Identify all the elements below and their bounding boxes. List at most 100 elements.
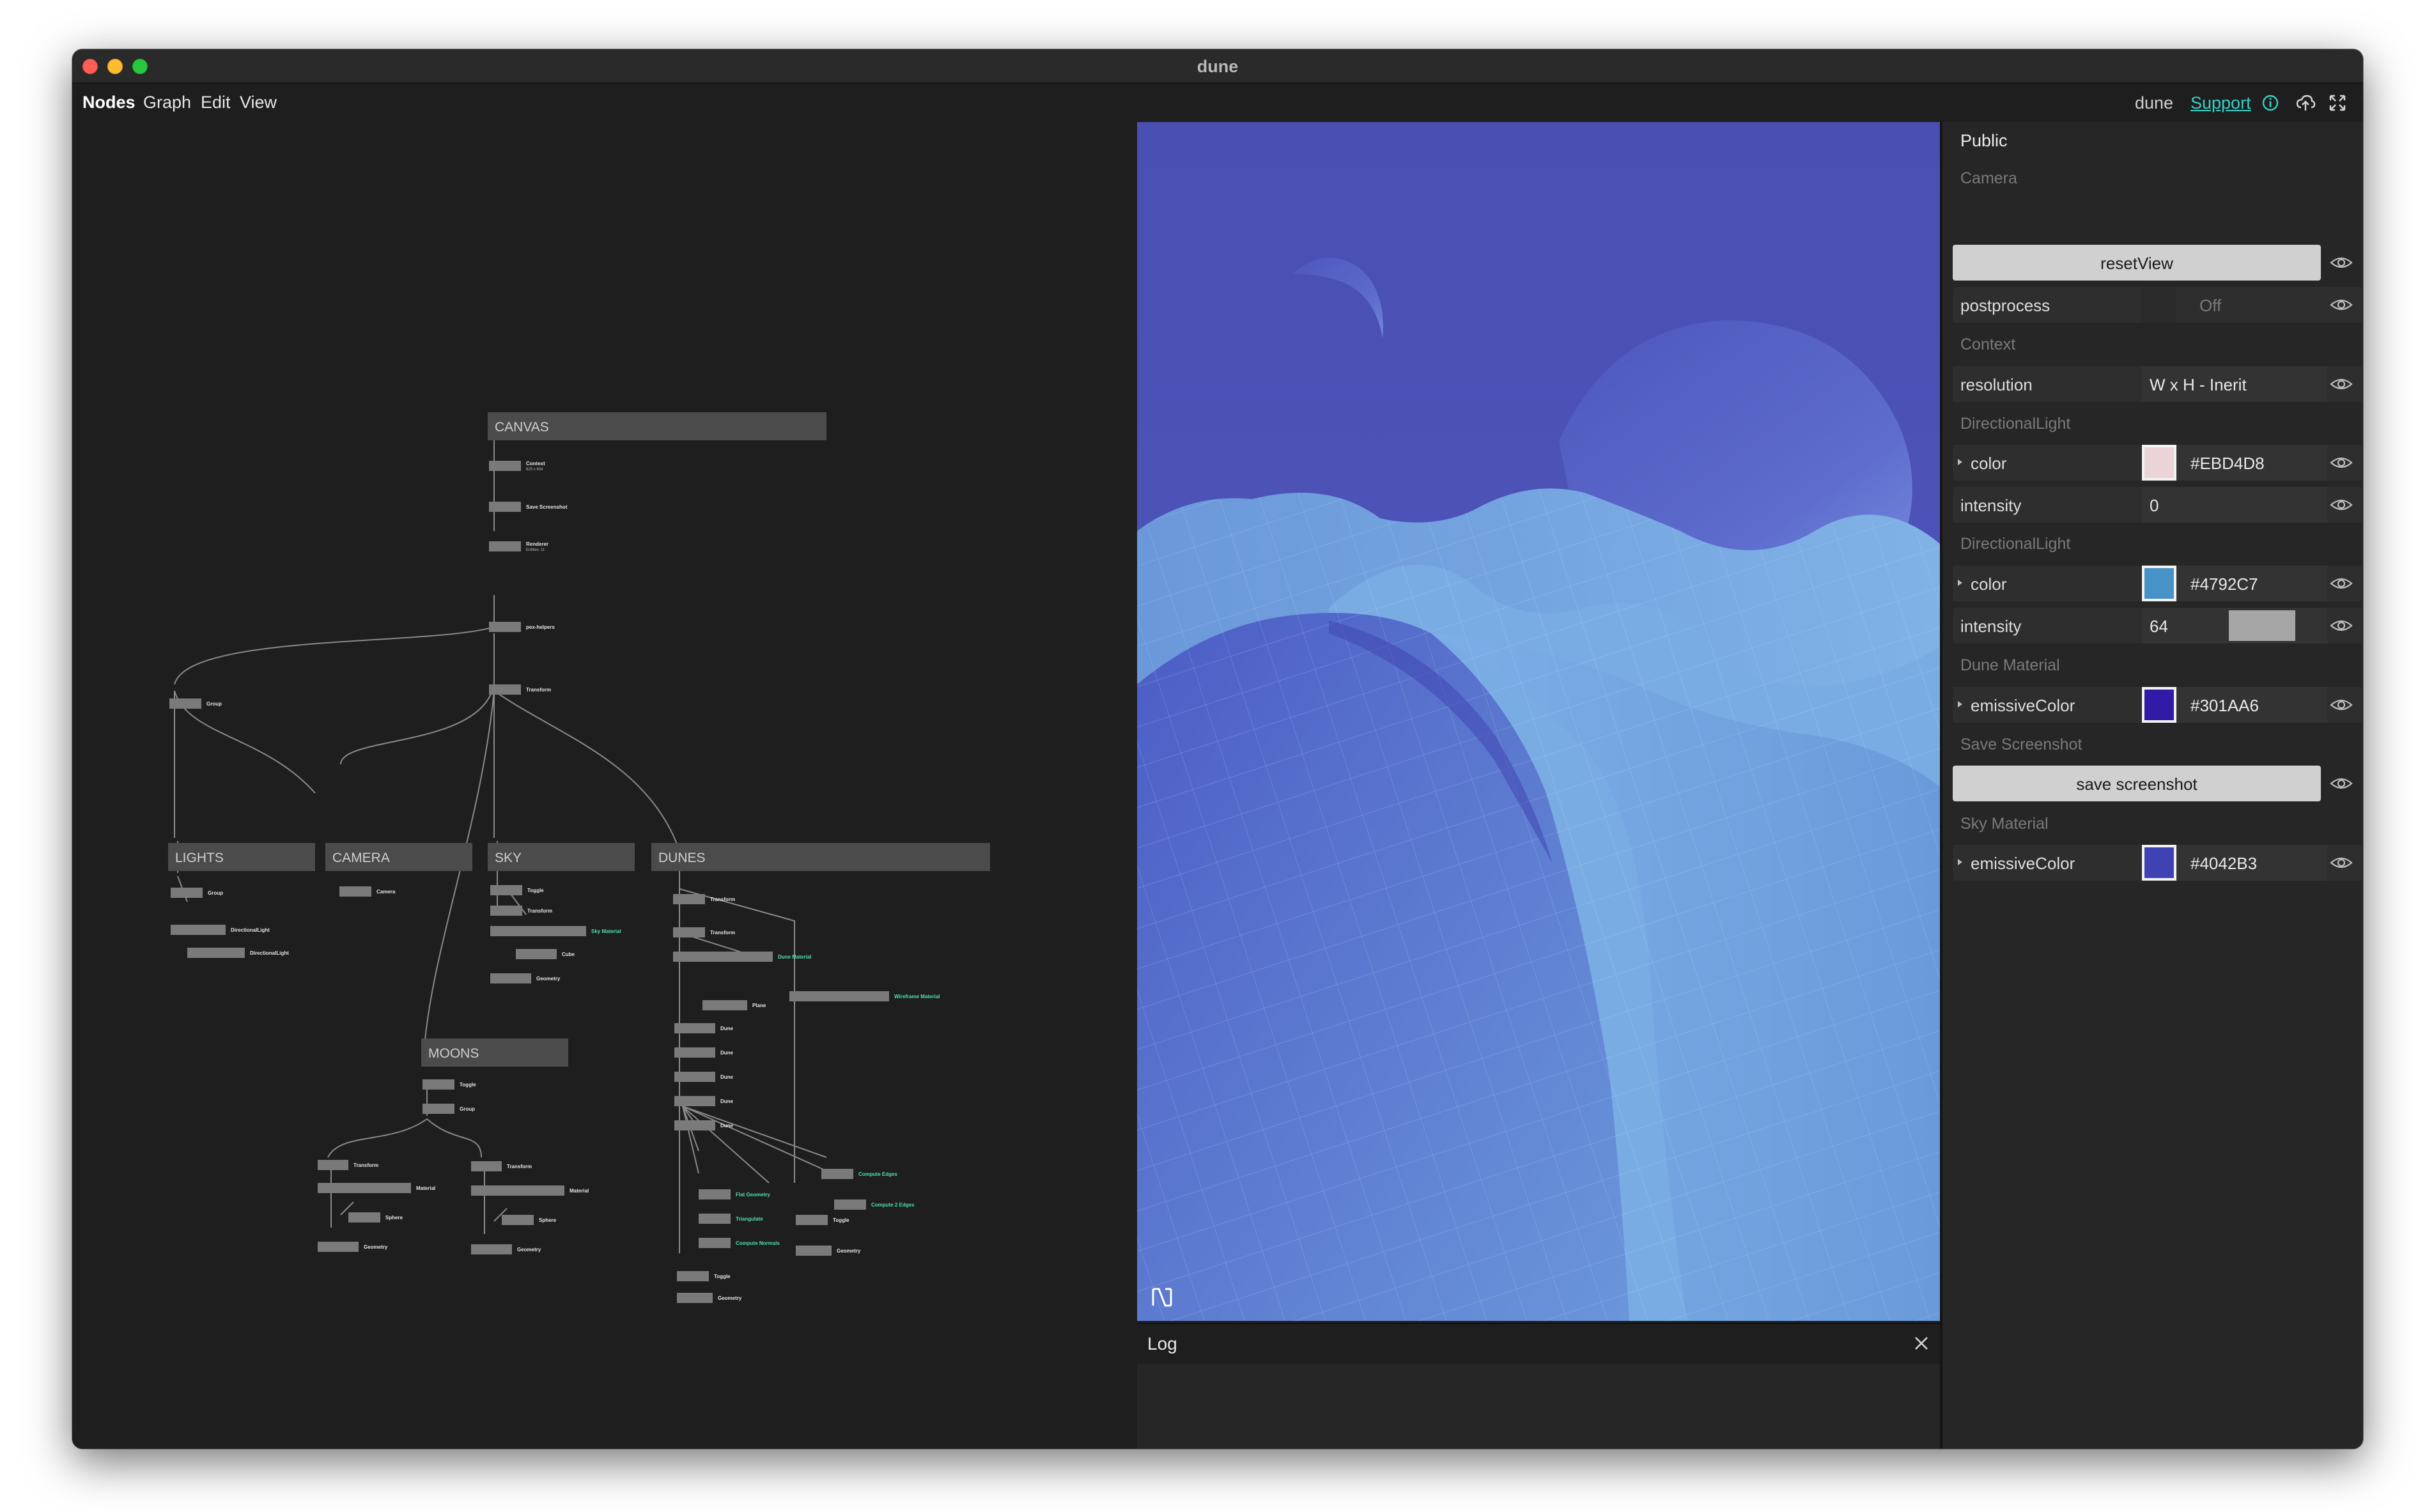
eye-icon[interactable] [2330, 854, 2353, 871]
node-camera[interactable]: Camera [339, 886, 396, 897]
node-moon1-geometry[interactable]: Geometry [318, 1242, 388, 1252]
fullscreen-icon[interactable] [2327, 93, 2348, 113]
node-dune-4[interactable]: Dune [674, 1096, 734, 1106]
node-moon2-transform[interactable]: Transform [471, 1161, 532, 1171]
svg-text:Dune: Dune [720, 1050, 734, 1056]
param-light1-color: color #EBD4D8 [1953, 445, 2362, 481]
node-moon1-sphere[interactable]: Sphere [348, 1212, 403, 1223]
group-dunes[interactable]: DUNES [651, 843, 990, 871]
node-dune-material[interactable]: Dune Material [673, 952, 811, 962]
node-compute-edges[interactable]: Compute Edges [821, 1169, 897, 1179]
node-graph-canvas[interactable]: .grp { fill: #4b4b4b; } .grpt { fill: #c… [72, 122, 1137, 1449]
menu-graph[interactable]: Graph [143, 93, 191, 112]
node-moons-group[interactable]: Group [422, 1104, 475, 1114]
node-save-screenshot[interactable]: Save Screenshot [489, 502, 568, 512]
node-moons-toggle[interactable]: Toggle [422, 1079, 476, 1090]
node-directional-light-1[interactable]: DirectionalLight [171, 925, 270, 935]
support-link[interactable]: Support [2190, 93, 2251, 113]
node-dunes-geometry-b[interactable]: Geometry [677, 1293, 742, 1303]
node-plane[interactable]: Plane [702, 1000, 766, 1010]
expand-caret-icon[interactable] [1958, 701, 1962, 707]
svg-text:Entities: 11: Entities: 11 [526, 548, 545, 552]
node-dune-2[interactable]: Dune [674, 1047, 734, 1058]
group-canvas[interactable]: CANVAS [488, 412, 826, 440]
render-preview[interactable] [1137, 122, 1940, 1321]
node-dunes-toggle-a[interactable]: Toggle [796, 1215, 849, 1225]
group-lights-label: LIGHTS [175, 851, 224, 865]
node-moon1-material[interactable]: Material [318, 1183, 435, 1193]
light1-color-swatch[interactable] [2142, 445, 2176, 481]
node-compute-2-edges[interactable]: Compute 2 Edges [834, 1200, 915, 1210]
eye-icon[interactable] [2330, 254, 2353, 271]
resolution-select[interactable]: W x H - Inerit [2142, 366, 2327, 402]
menu-view[interactable]: View [240, 93, 277, 112]
node-sky-toggle[interactable]: Toggle [490, 885, 544, 895]
light2-color-input[interactable]: #4792C7 [2142, 566, 2327, 601]
light2-color-swatch[interactable] [2142, 566, 2176, 601]
expand-caret-icon[interactable] [1958, 859, 1962, 865]
node-graph-svg[interactable]: .grp { fill: #4b4b4b; } .grpt { fill: #c… [72, 122, 1137, 1449]
menu-nodes[interactable]: Nodes [82, 93, 136, 112]
eye-icon[interactable] [2330, 454, 2353, 471]
node-moon1-transform[interactable]: Transform [318, 1160, 378, 1170]
node-moon2-geometry[interactable]: Geometry [471, 1244, 541, 1254]
node-context[interactable]: Context 625 x 934 [489, 461, 545, 472]
eye-icon[interactable] [2330, 697, 2353, 713]
svg-text:Cube: Cube [562, 952, 575, 957]
slider-handle[interactable] [2229, 610, 2295, 641]
close-icon[interactable] [1912, 1334, 1931, 1353]
eye-icon[interactable] [2330, 575, 2353, 592]
group-sky[interactable]: SKY [488, 843, 635, 871]
cloud-upload-icon[interactable] [2295, 93, 2316, 113]
save-screenshot-button[interactable]: save screenshot [1953, 766, 2321, 801]
node-sky-material[interactable]: Sky Material [490, 926, 621, 936]
reset-view-button[interactable]: resetView [1953, 245, 2321, 281]
node-flat-geometry[interactable]: Flat Geometry [699, 1189, 770, 1200]
node-directional-light-2[interactable]: DirectionalLight [187, 948, 289, 958]
node-dune-1[interactable]: Dune [674, 1023, 734, 1033]
node-lights-group[interactable]: Group [171, 888, 223, 898]
group-moons-label: MOONS [428, 1046, 479, 1061]
postprocess-toggle[interactable]: Off [2142, 287, 2327, 323]
eye-icon[interactable] [2330, 617, 2353, 634]
node-wireframe-material[interactable]: Wireframe Material [789, 991, 940, 1001]
node-compute-normals[interactable]: Compute Normals [699, 1238, 780, 1248]
sky-emissive-input[interactable]: #4042B3 [2142, 845, 2327, 881]
light1-color-input[interactable]: #EBD4D8 [2142, 445, 2327, 481]
node-moon2-sphere[interactable]: Sphere [502, 1215, 557, 1225]
dune-emissive-input[interactable]: #301AA6 [2142, 687, 2327, 723]
node-sky-cube[interactable]: Cube [516, 949, 575, 959]
menu-edit[interactable]: Edit [201, 93, 231, 112]
expand-caret-icon[interactable] [1958, 459, 1962, 465]
node-sky-transform[interactable]: Transform [490, 906, 552, 916]
group-moons[interactable]: MOONS [421, 1038, 568, 1067]
svg-text:Dune: Dune [720, 1123, 734, 1129]
node-sky-geometry[interactable]: Geometry [490, 973, 561, 984]
node-renderer[interactable]: Renderer Entities: 11 [489, 541, 548, 552]
node-triangulate[interactable]: Triangulate [699, 1214, 763, 1224]
group-camera[interactable]: CAMERA [325, 843, 472, 871]
eye-icon[interactable] [2330, 297, 2353, 313]
node-pex-helpers[interactable]: pex-helpers [489, 622, 555, 632]
node-group-lights[interactable]: Group [169, 698, 222, 709]
postprocess-checkbox[interactable] [2142, 287, 2176, 323]
node-dunes-toggle-b[interactable]: Toggle [677, 1271, 731, 1281]
node-dunes-transform-1[interactable]: Transform [673, 894, 735, 904]
node-moon2-material[interactable]: Material [471, 1185, 589, 1196]
node-dunes-geometry-a[interactable]: Geometry [796, 1246, 861, 1256]
dune-emissive-swatch[interactable] [2142, 687, 2176, 723]
group-lights[interactable]: LIGHTS [168, 843, 315, 871]
log-header: Log [1137, 1324, 1940, 1364]
info-icon[interactable] [2261, 94, 2279, 112]
section-directional-light-2: DirectionalLight [1960, 535, 2071, 553]
sky-emissive-swatch[interactable] [2142, 845, 2176, 881]
light2-intensity-slider[interactable]: 64 [2142, 608, 2327, 644]
node-dunes-transform-2[interactable]: Transform [673, 927, 735, 937]
node-dune-3[interactable]: Dune [674, 1072, 734, 1082]
node-transform-root[interactable]: Transform [489, 684, 551, 695]
expand-caret-icon[interactable] [1958, 580, 1962, 586]
eye-icon[interactable] [2330, 497, 2353, 513]
eye-icon[interactable] [2330, 775, 2353, 792]
light1-intensity-slider[interactable]: 0 [2142, 487, 2327, 523]
eye-icon[interactable] [2330, 376, 2353, 392]
